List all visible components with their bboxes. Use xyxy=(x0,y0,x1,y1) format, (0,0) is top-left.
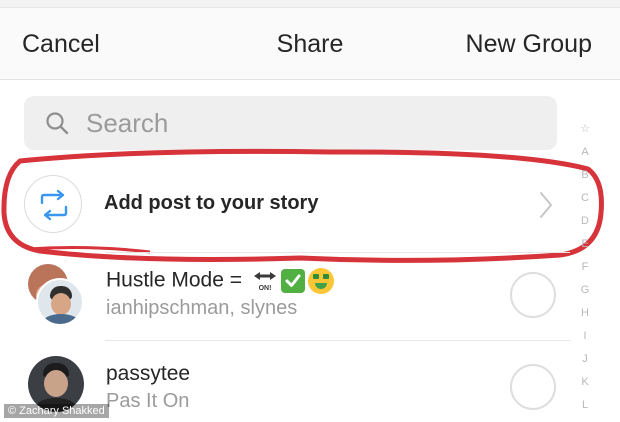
cancel-button[interactable]: Cancel xyxy=(22,30,100,59)
alphabet-index-item[interactable]: A xyxy=(575,141,595,164)
alphabet-index-item[interactable]: B xyxy=(575,164,595,187)
add-to-story-label: Add post to your story xyxy=(104,192,319,214)
page-title: Share xyxy=(276,30,344,58)
alphabet-index-item[interactable]: ☆ xyxy=(575,118,595,141)
money-mouth-face-emoji-icon xyxy=(307,268,334,294)
alphabet-index-item[interactable]: J xyxy=(575,348,595,371)
new-group-button[interactable]: New Group xyxy=(466,30,592,59)
alphabet-index-item[interactable]: L xyxy=(575,394,595,417)
conversation-subtitle: Pas It On xyxy=(106,390,190,412)
top-edge xyxy=(0,0,620,8)
conversation-title: passytee xyxy=(106,362,191,385)
select-radio[interactable] xyxy=(510,272,556,318)
on-arrow-emoji-icon: ON! xyxy=(253,272,276,292)
row-divider xyxy=(105,340,570,341)
alphabet-index[interactable]: ☆ A B C D E F G H I J K L xyxy=(575,118,595,417)
alphabet-index-item[interactable]: H xyxy=(575,302,595,325)
search-icon xyxy=(46,112,69,135)
search-input[interactable]: Search xyxy=(24,96,557,150)
search-placeholder: Search xyxy=(86,108,169,138)
row-divider xyxy=(105,252,570,253)
alphabet-index-item[interactable]: K xyxy=(575,371,595,394)
alphabet-index-item[interactable]: D xyxy=(575,210,595,233)
select-radio[interactable] xyxy=(510,364,556,410)
alphabet-index-item[interactable]: C xyxy=(575,187,595,210)
on-arrow-label: ON! xyxy=(258,285,271,292)
group-avatar-front xyxy=(36,278,84,326)
story-icon-container xyxy=(24,175,82,233)
alphabet-index-item[interactable]: G xyxy=(575,279,595,302)
chevron-right-icon xyxy=(540,192,552,218)
conversation-row-hustle-mode[interactable]: Hustle Mode = ON! ianhipschman, slynes xyxy=(0,252,570,338)
add-to-story-row[interactable]: Add post to your story xyxy=(10,165,565,245)
photo-credit-watermark: © Zachary Shakked xyxy=(4,404,109,418)
alphabet-index-item[interactable]: I xyxy=(575,325,595,348)
alphabet-index-item[interactable]: E xyxy=(575,233,595,256)
conversation-members: ianhipschman, slynes xyxy=(106,297,298,319)
conversation-title: Hustle Mode = xyxy=(106,268,242,292)
share-header: Cancel Share New Group xyxy=(0,8,620,80)
check-mark-emoji-icon xyxy=(280,269,305,293)
repost-icon xyxy=(40,189,68,221)
alphabet-index-item[interactable]: F xyxy=(575,256,595,279)
